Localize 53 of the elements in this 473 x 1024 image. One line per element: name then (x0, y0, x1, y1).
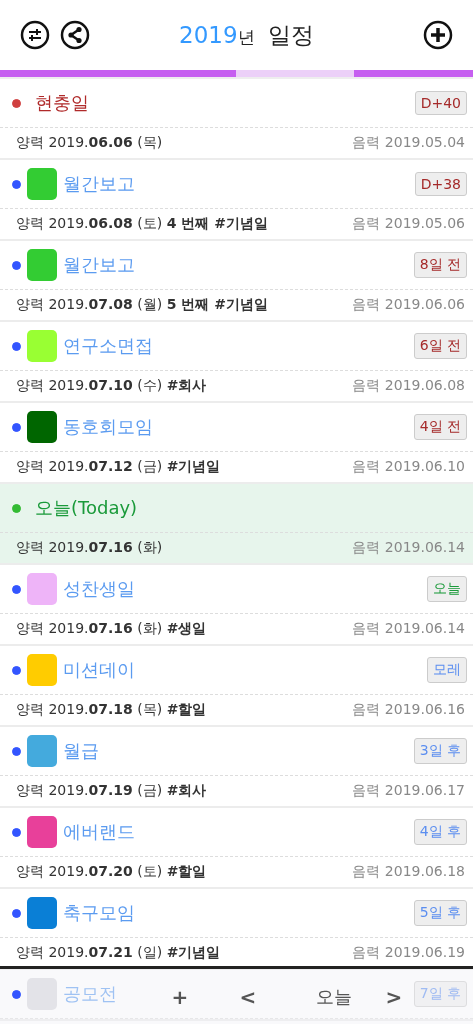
days-badge: 5일 후 (413, 900, 467, 926)
toolbar-button[interactable]: > (374, 984, 414, 1009)
days-badge: 7일 후 (413, 981, 467, 1007)
event-title[interactable]: 월간보고 (63, 253, 135, 277)
sliders-icon[interactable] (20, 20, 50, 50)
solar-date: 양력 2019.07.08 (월) 5 번째 #기념일 (16, 296, 268, 314)
lunar-date: 음력 2019.05.06 (352, 215, 465, 233)
lunar-date: 음력 2019.05.04 (352, 134, 465, 152)
lunar-date: 음력 2019.06.17 (352, 782, 465, 800)
solar-date: 양력 2019.06.06 (목) (16, 134, 163, 152)
solar-date: 양력 2019.07.21 (일) #기념일 (16, 944, 221, 962)
days-badge: D+38 (414, 172, 467, 196)
solar-date: 양력 2019.07.16 (화) #생일 (16, 620, 207, 638)
toolbar-button[interactable]: < (228, 984, 268, 1009)
share-icon[interactable] (60, 20, 90, 50)
event-title[interactable]: 연구소면접 (63, 334, 153, 358)
solar-date: 양력 2019.07.18 (목) #할일 (16, 701, 207, 719)
lunar-date: 음력 2019.06.14 (352, 620, 465, 638)
days-badge: 4일 후 (413, 819, 467, 845)
days-badge: 모레 (427, 657, 467, 683)
days-badge: 4일 전 (413, 414, 467, 440)
event-title[interactable]: 공모전 (63, 982, 117, 1006)
event-title[interactable]: 동호회모임 (63, 415, 153, 439)
days-badge: 오늘 (427, 576, 467, 602)
lunar-date: 음력 2019.06.06 (352, 296, 465, 314)
event-title[interactable]: 월급 (63, 739, 99, 763)
event-title[interactable]: 성찬생일 (63, 577, 135, 601)
event-title[interactable]: 미션데이 (63, 658, 135, 682)
days-badge: 8일 전 (413, 252, 467, 278)
toolbar-button[interactable]: 오늘 (304, 984, 364, 1009)
add-icon[interactable] (423, 20, 453, 50)
solar-date: 양력 2019.06.08 (토) 4 번째 #기념일 (16, 215, 268, 233)
solar-date: 양력 2019.07.20 (토) #할일 (16, 863, 207, 881)
lunar-date: 음력 2019.06.14 (352, 539, 465, 557)
lunar-date: 음력 2019.06.10 (352, 458, 465, 476)
event-title[interactable]: 에버랜드 (63, 820, 135, 844)
solar-date: 양력 2019.07.12 (금) #기념일 (16, 458, 221, 476)
event-title[interactable]: 월간보고 (63, 172, 135, 196)
toolbar-button[interactable]: + (160, 984, 200, 1009)
days-badge: 3일 후 (413, 738, 467, 764)
lunar-date: 음력 2019.06.16 (352, 701, 465, 719)
solar-date: 양력 2019.07.10 (수) #회사 (16, 377, 207, 395)
lunar-date: 음력 2019.06.18 (352, 863, 465, 881)
event-title[interactable]: 오늘(Today) (35, 496, 138, 520)
days-badge: 6일 전 (413, 333, 467, 359)
lunar-date: 음력 2019.06.08 (352, 377, 465, 395)
solar-date: 양력 2019.07.16 (화) (16, 539, 163, 557)
days-badge: D+40 (414, 91, 467, 115)
solar-date: 양력 2019.07.19 (금) #회사 (16, 782, 207, 800)
event-title[interactable]: 축구모임 (63, 901, 135, 925)
lunar-date: 음력 2019.06.19 (352, 944, 465, 962)
screen-title: 2019 년 일정 (178, 20, 315, 50)
event-title[interactable]: 현충일 (35, 91, 89, 115)
